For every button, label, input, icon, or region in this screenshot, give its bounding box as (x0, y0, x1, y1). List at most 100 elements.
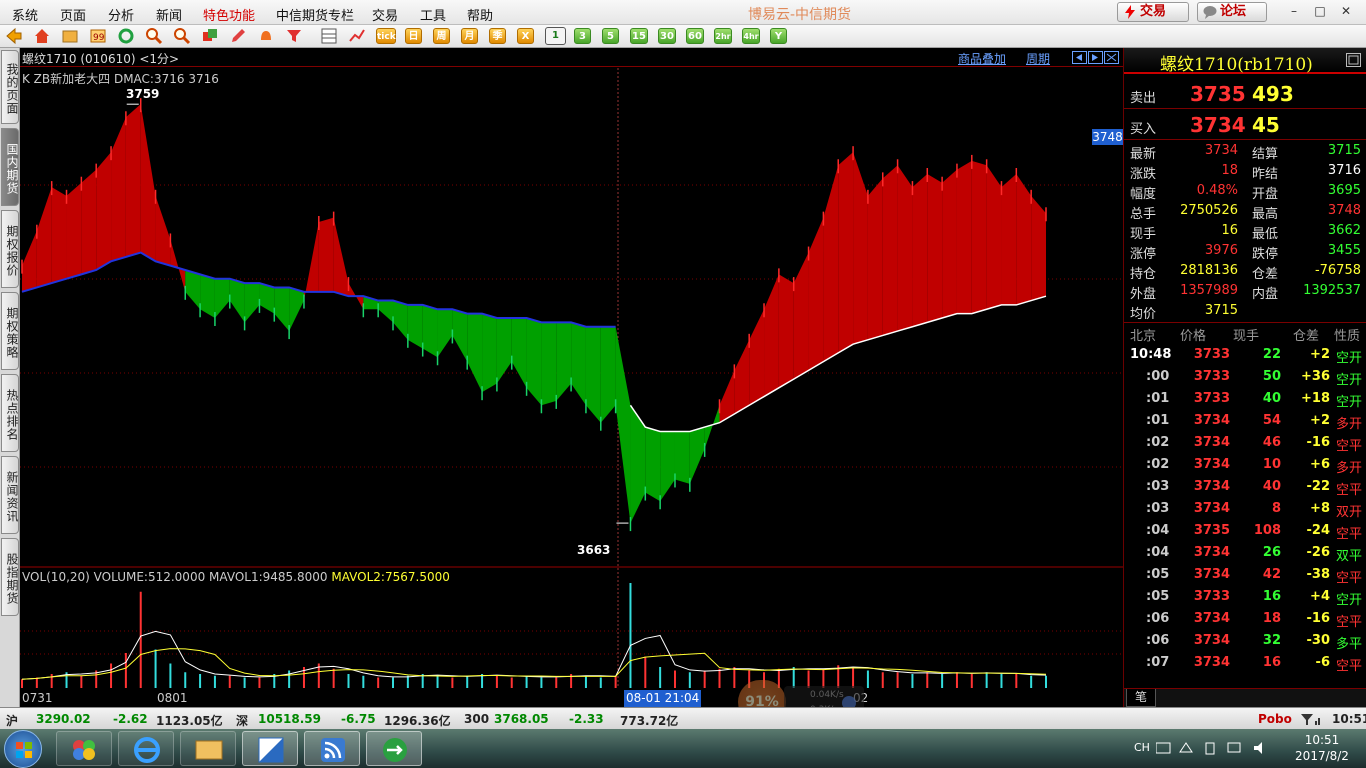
menu-tools[interactable]: 工具 (420, 5, 446, 24)
tick-price: 3734 (1193, 479, 1230, 494)
quote-row: 最新 3734 结算 3715 (1124, 141, 1366, 162)
quote-label: 涨跌 (1130, 167, 1157, 182)
quote-row: 现手 16 最低 3662 (1124, 221, 1366, 242)
minimize-button[interactable]: – (1284, 3, 1304, 20)
tab-option-strategy[interactable]: 期权策略 (1, 292, 19, 370)
tick-nature: 多开 (1335, 461, 1362, 476)
tick-button[interactable]: tick (376, 28, 396, 44)
tick-header-cell: 北京 (1130, 329, 1157, 344)
week-button[interactable]: 周 (433, 28, 450, 44)
calculator-icon[interactable]: 99 (89, 27, 107, 45)
lang-indicator[interactable]: CH (1134, 741, 1150, 754)
tick-time: :03 (1146, 479, 1170, 494)
price-area-segment (318, 217, 334, 292)
period-2hr-button[interactable]: 2hr (714, 28, 732, 44)
start-button[interactable] (4, 730, 42, 768)
tab-ticks[interactable]: 笔 (1126, 689, 1156, 707)
line-chart-icon[interactable] (348, 27, 366, 45)
menu-analysis[interactable]: 分析 (108, 5, 134, 24)
period-4hr-button[interactable]: 4hr (742, 28, 760, 44)
x-label-0801: 0801 (157, 691, 188, 705)
menu-features[interactable]: 特色功能 (203, 5, 255, 24)
zoom-in-icon[interactable] (145, 27, 163, 45)
low-marker-label: 3663 (577, 543, 611, 557)
price-area-segment (674, 431, 690, 484)
chart-nav-icons[interactable] (1072, 51, 1120, 64)
taskbar-app-sync[interactable] (366, 731, 422, 766)
pencil-icon[interactable] (229, 27, 247, 45)
quote-label: 持仓 (1130, 267, 1157, 282)
refresh-icon[interactable] (117, 27, 135, 45)
price-area-segment (1016, 174, 1032, 305)
kline-chart[interactable]: 螺纹1710 (010610) <1分> 商品叠加 周期 K ZB新加老大四 D… (20, 48, 1123, 724)
tab-news[interactable]: 新闻资讯 (1, 456, 19, 534)
period-3min-button[interactable]: 3 (574, 28, 591, 44)
home-icon[interactable] (33, 27, 51, 45)
tab-index-futures[interactable]: 股指期货 (1, 538, 19, 616)
left-tab-strip: 我的页面 国内期货 期权报价 期权策略 热点排名 新闻资讯 股指期货 (0, 48, 20, 707)
menu-system[interactable]: 系统 (12, 5, 38, 24)
back-arrow-icon[interactable] (5, 27, 23, 45)
quote-value: -76758 (1314, 263, 1361, 278)
quote-row: 幅度 0.48% 开盘 3695 (1124, 181, 1366, 202)
month-button[interactable]: 月 (461, 28, 478, 44)
folder-icon[interactable] (61, 27, 79, 45)
overlay-link[interactable]: 商品叠加 (958, 50, 1006, 67)
taskbar-app-rss[interactable] (304, 731, 360, 766)
x-button[interactable]: X (517, 28, 534, 44)
menu-news[interactable]: 新闻 (156, 5, 182, 24)
bell-icon[interactable] (257, 27, 275, 45)
tab-hot-ranking[interactable]: 热点排名 (1, 374, 19, 452)
table-icon[interactable] (320, 27, 338, 45)
tick-time: :01 (1146, 413, 1170, 428)
forum-button[interactable]: 论坛 (1197, 2, 1267, 22)
menu-citic-column[interactable]: 中信期货专栏 (276, 5, 354, 24)
menu-page[interactable]: 页面 (60, 5, 86, 24)
day-button[interactable]: 日 (405, 28, 422, 44)
period-60min-button[interactable]: 60 (686, 28, 704, 44)
tick-oi-change: -38 (1306, 567, 1331, 582)
tick-row: :04 3734 26 -26 双平 (1124, 542, 1366, 564)
trade-button[interactable]: 交易 (1117, 2, 1189, 22)
sell-label: 卖出 (1130, 91, 1157, 106)
taskbar-app-explorer[interactable] (180, 731, 236, 766)
tick-volume: 42 (1262, 567, 1281, 582)
quote-value: 3748 (1327, 203, 1361, 218)
tick-volume: 26 (1262, 545, 1281, 560)
taskbar-clock[interactable]: 10:51 2017/8/2 (1286, 732, 1358, 764)
sell-price: 3735 (1190, 82, 1246, 106)
zoom-out-icon[interactable] (173, 27, 191, 45)
tick-nature: 空开 (1335, 395, 1362, 410)
period-15min-button[interactable]: 15 (630, 28, 648, 44)
season-button[interactable]: 季 (489, 28, 506, 44)
maximize-button[interactable]: □ (1310, 3, 1330, 20)
tab-my-page[interactable]: 我的页面 (1, 50, 19, 124)
panel-toggle-icon[interactable] (1346, 53, 1361, 67)
period-30min-button[interactable]: 30 (658, 28, 676, 44)
tab-option-quotes[interactable]: 期权报价 (1, 210, 19, 288)
taskbar-app-ie[interactable] (118, 731, 174, 766)
quote-value: 2818136 (1180, 263, 1238, 278)
tray-icons[interactable] (1156, 740, 1276, 756)
taskbar-app-pobo[interactable] (242, 731, 298, 766)
filter-icon[interactable] (285, 27, 303, 45)
period-1min-button[interactable]: 1 (545, 27, 566, 45)
tick-price: 3734 (1193, 435, 1230, 450)
quote-label: 最高 (1252, 207, 1279, 222)
trade-button-label: 交易 (1140, 4, 1167, 19)
menu-help[interactable]: 帮助 (467, 5, 493, 24)
tick-price: 3734 (1193, 501, 1230, 516)
taskbar-app-picasa[interactable] (56, 731, 112, 766)
period-year-button[interactable]: Y (770, 28, 787, 44)
tab-domestic-futures[interactable]: 国内期货 (1, 128, 19, 206)
price-area-segment (853, 152, 868, 345)
menu-trade[interactable]: 交易 (372, 5, 398, 24)
period-link[interactable]: 周期 (1026, 50, 1050, 67)
quote-row: 涨跌 18 昨结 3716 (1124, 161, 1366, 182)
period-5min-button[interactable]: 5 (602, 28, 619, 44)
close-button[interactable]: ✕ (1336, 3, 1356, 20)
price-area-segment (393, 300, 408, 340)
windows-icon[interactable] (201, 27, 219, 45)
tick-time: :01 (1146, 391, 1170, 406)
quote-value: 3715 (1204, 303, 1238, 318)
